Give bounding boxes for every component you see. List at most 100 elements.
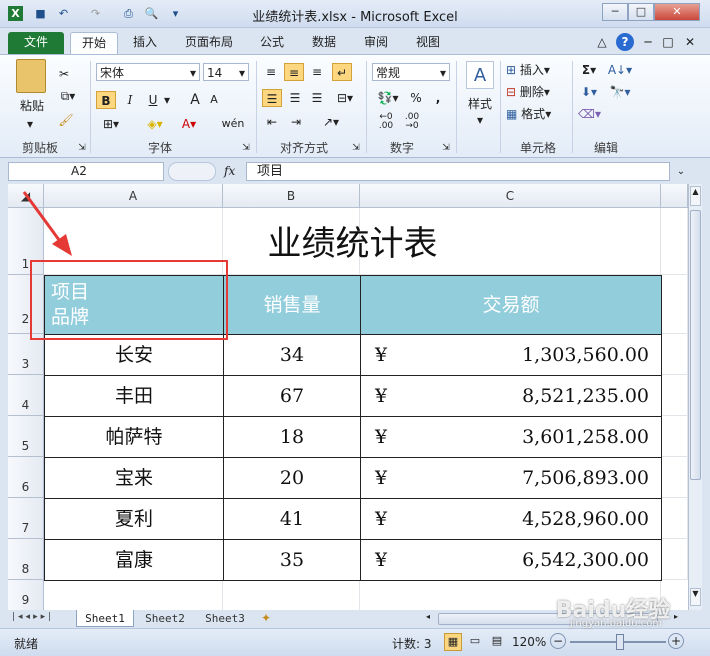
tab-insert[interactable]: 插入 [124,32,166,54]
percent-button[interactable]: % [408,89,424,107]
insert-function-button[interactable]: fx [224,162,244,181]
vertical-scrollbar[interactable]: ▲ ▼ [688,184,702,610]
brand-cell[interactable]: 夏利 [44,498,224,540]
font-color-icon[interactable]: A▾ [176,115,202,133]
italic-button[interactable]: I [121,91,139,109]
column-header-d[interactable] [661,184,688,208]
chevron-down-icon[interactable]: ▾ [162,91,172,109]
merge-center-icon[interactable]: ⊟▾ [332,89,358,107]
tab-home[interactable]: 开始 [70,32,118,54]
increase-decimal-icon[interactable]: ←0.00 [374,113,398,131]
fill-color-icon[interactable]: ◈▾ [142,115,168,133]
amount-cell[interactable]: ¥7,506,893.00 [360,457,662,499]
formula-expand-icon[interactable]: ⌄ [674,162,688,181]
cell-a9[interactable] [44,580,223,610]
scroll-down-icon[interactable]: ▼ [690,588,701,606]
styles-icon[interactable]: A [466,61,494,89]
brand-cell[interactable]: 富康 [44,539,224,581]
fill-icon[interactable]: ⬇▾ [578,83,600,101]
tab-formulas[interactable]: 公式 [252,32,292,54]
name-box[interactable]: A2 [8,162,164,181]
tab-data[interactable]: 数据 [304,32,344,54]
insert-sheet-icon[interactable]: ✦ [256,610,276,627]
header-cell-c2[interactable]: 交易额 [360,275,662,335]
cell-d3[interactable] [661,334,688,375]
amount-cell[interactable]: ¥1,303,560.00 [360,334,662,376]
chevron-down-icon[interactable]: ▾ [239,64,245,82]
qty-cell[interactable]: 34 [223,334,361,376]
insert-cells-button[interactable]: ⊞ 插入▾ [506,61,564,79]
row-header-7[interactable]: 7 [8,498,44,539]
close-button[interactable]: ✕ [654,3,700,21]
scroll-up-icon[interactable]: ▲ [690,186,701,206]
cell-d7[interactable] [661,498,688,539]
minimize-button[interactable]: ─ [602,3,628,21]
header-cell-b2[interactable]: 销售量 [223,275,361,335]
brand-cell[interactable]: 丰田 [44,375,224,417]
amount-cell[interactable]: ¥4,528,960.00 [360,498,662,540]
row-header-4[interactable]: 4 [8,375,44,416]
qty-cell[interactable]: 18 [223,416,361,458]
align-center-icon[interactable]: ☰ [286,89,304,107]
orientation-icon[interactable]: ↗▾ [318,113,344,131]
brand-cell[interactable]: 帕萨特 [44,416,224,458]
align-right-icon[interactable]: ☰ [308,89,326,107]
tab-view[interactable]: 视图 [408,32,448,54]
copy-icon[interactable]: ⧉▾ [56,87,80,105]
format-painter-icon[interactable]: 🖌 [56,111,76,129]
help-icon[interactable]: ? [616,33,634,51]
brand-cell[interactable]: 宝来 [44,457,224,499]
align-top-icon[interactable]: ≡ [262,63,280,81]
cut-icon[interactable]: ✂ [56,65,72,83]
increase-indent-icon[interactable]: ⇥ [286,113,306,131]
tab-page-layout[interactable]: 页面布局 [178,32,240,54]
page-layout-view-icon[interactable]: ▭ [466,633,484,651]
cell-d6[interactable] [661,457,688,498]
row-header-8[interactable]: 8 [8,539,44,580]
zoom-in-button[interactable]: + [668,633,684,649]
sheet-nav-arrows-icon[interactable]: |◂◂▸▸| [12,612,72,622]
shrink-font-button[interactable]: A [206,91,222,109]
qty-cell[interactable]: 20 [223,457,361,499]
decrease-indent-icon[interactable]: ⇤ [262,113,282,131]
qty-cell[interactable]: 41 [223,498,361,540]
format-cells-button[interactable]: ▦ 格式▾ [506,105,564,123]
cell-d1[interactable] [661,208,688,275]
cell-d4[interactable] [661,375,688,416]
column-header-c[interactable]: C [360,184,661,208]
chevron-down-icon[interactable]: ▾ [474,111,486,129]
comma-button[interactable]: , [430,89,446,107]
chevron-down-icon[interactable]: ▾ [190,64,196,82]
currency-icon[interactable]: 💱▾ [374,89,402,107]
sheet-tab-3[interactable]: Sheet3 [196,610,254,627]
qty-cell[interactable]: 67 [223,375,361,417]
cell-d8[interactable] [661,539,688,580]
bold-button[interactable]: B [96,91,116,109]
grow-font-button[interactable]: A [186,91,204,109]
page-break-view-icon[interactable]: ▤ [488,633,506,651]
align-left-icon[interactable]: ☰ [262,89,282,107]
zoom-slider-thumb[interactable] [616,634,624,650]
normal-view-icon[interactable]: ▦ [444,633,462,651]
alignment-launcher-icon[interactable]: ⇲ [350,139,362,157]
cell-d2[interactable] [661,275,688,334]
clipboard-launcher-icon[interactable]: ⇲ [76,139,88,157]
align-bottom-icon[interactable]: ≡ [308,63,326,81]
doc-close-icon[interactable]: ✕ [682,32,698,54]
formula-expand-handle[interactable] [168,162,216,181]
align-middle-icon[interactable]: ≡ [284,63,304,81]
font-launcher-icon[interactable]: ⇲ [240,139,252,157]
number-format-box[interactable]: 常规 ▾ [372,63,450,81]
row-header-3[interactable]: 3 [8,334,44,375]
paste-icon[interactable] [16,59,46,93]
doc-minimize-icon[interactable]: ─ [640,32,656,54]
autosum-button[interactable]: Σ▾ [578,61,600,79]
paste-button[interactable]: 粘贴 [12,97,52,115]
worksheet-grid[interactable]: ◢ A B C 1 2 3 4 5 6 7 8 9 业绩统计表 项目 品牌 销售… [8,184,688,610]
amount-cell[interactable]: ¥3,601,258.00 [360,416,662,458]
h-scroll-left-icon[interactable]: ◂ [420,612,436,626]
underline-button[interactable]: U [144,91,162,109]
sort-filter-icon[interactable]: A↓▾ [606,61,634,79]
qty-cell[interactable]: 35 [223,539,361,581]
borders-icon[interactable]: ⊞▾ [98,115,124,133]
